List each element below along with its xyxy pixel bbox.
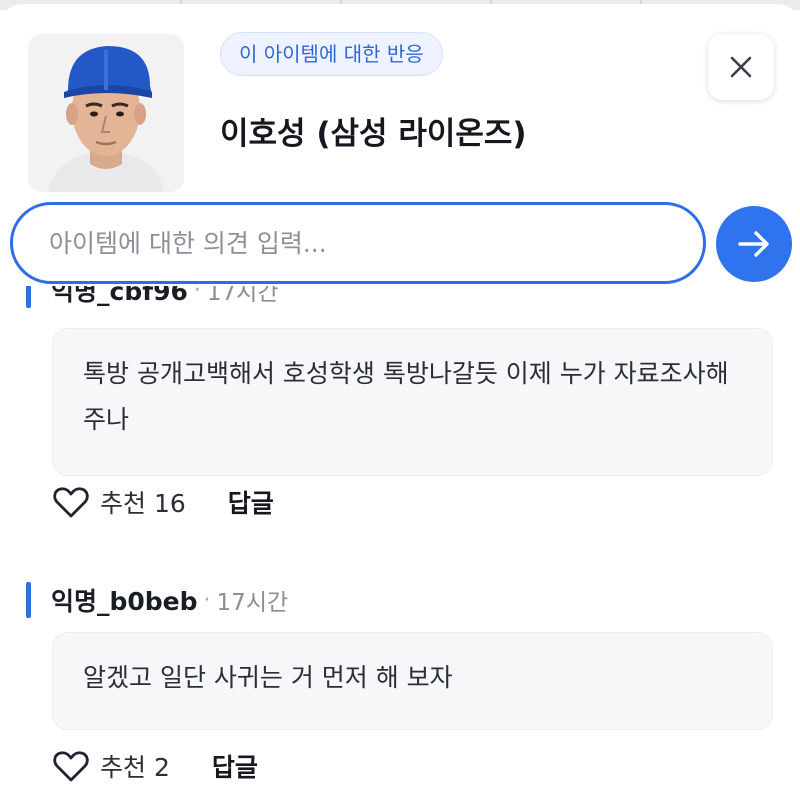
close-button[interactable] xyxy=(708,34,774,100)
comment-input[interactable] xyxy=(10,202,706,284)
like-count-label: 추천 16 xyxy=(100,489,186,518)
comment-author: 익명_cbf96 xyxy=(51,286,188,306)
heart-outline-icon xyxy=(53,487,89,518)
reaction-badge: 이 아이템에 대한 반응 xyxy=(220,32,443,76)
heart-outline-icon xyxy=(53,751,89,782)
comment-meta: 익명_b0beb · 17시간 xyxy=(26,580,288,620)
comment-accent-bar xyxy=(26,582,31,618)
like-button[interactable]: 추천 2 xyxy=(52,748,170,784)
comment-bubble: 톡방 공개고백해서 호성학생 톡방나갈듯 이제 누가 자료조사해주나 xyxy=(52,328,773,476)
close-icon xyxy=(730,56,752,78)
item-title: 이호성 (삼성 라이온즈) xyxy=(220,116,527,152)
meta-separator: · xyxy=(203,587,211,613)
meta-separator: · xyxy=(193,286,201,303)
item-thumbnail xyxy=(28,34,184,192)
comment-bubble: 알겠고 일단 사귀는 거 먼저 해 보자 xyxy=(52,632,773,730)
reply-button[interactable]: 답글 xyxy=(228,484,274,520)
item-reactions-sheet: 이 아이템에 대한 반응 이호성 (삼성 라이온즈) 익명_cbf96 · 17… xyxy=(0,4,800,800)
comment-accent-bar xyxy=(26,286,31,308)
comment-meta: 익명_cbf96 · 17시간 xyxy=(26,286,278,310)
like-count-label: 추천 2 xyxy=(100,753,170,782)
comment-time: 17시간 xyxy=(216,590,289,616)
arrow-right-icon xyxy=(738,231,769,257)
comment-actions: 추천 16 답글 xyxy=(52,480,274,524)
like-button[interactable]: 추천 16 xyxy=(52,484,186,520)
comment-feed[interactable]: 익명_cbf96 · 17시간 톡방 공개고백해서 호성학생 톡방나갈듯 이제 … xyxy=(0,286,800,800)
comment-time: 17시간 xyxy=(206,286,279,306)
send-button[interactable] xyxy=(716,206,792,282)
reply-button[interactable]: 답글 xyxy=(212,748,258,784)
item-header: 이 아이템에 대한 반응 이호성 (삼성 라이온즈) xyxy=(0,4,800,194)
player-portrait-image xyxy=(28,34,184,192)
comment-actions: 추천 2 답글 xyxy=(52,744,258,788)
comment-author: 익명_b0beb xyxy=(51,587,198,616)
